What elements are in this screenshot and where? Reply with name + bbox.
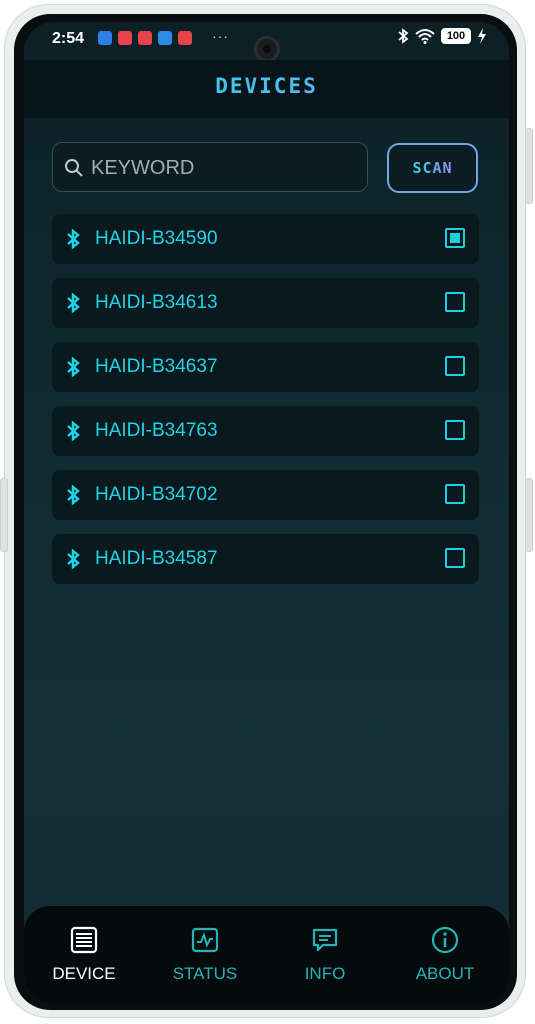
device-name: HAIDI-B34637 bbox=[95, 356, 218, 377]
device-name: HAIDI-B34590 bbox=[95, 228, 218, 249]
page-title: DEVICES bbox=[24, 74, 509, 98]
scan-button-label: SCAN bbox=[412, 159, 453, 177]
device-name: HAIDI-B34613 bbox=[95, 292, 218, 313]
device-row[interactable]: HAIDI-B34702 bbox=[52, 470, 479, 520]
bluetooth-icon bbox=[67, 229, 80, 249]
device-row[interactable]: HAIDI-B34763 bbox=[52, 406, 479, 456]
device-checkbox[interactable] bbox=[445, 548, 465, 568]
device-checkbox[interactable] bbox=[445, 292, 465, 312]
camera-hole bbox=[254, 36, 280, 62]
status-bar: 2:54 ··· 100 bbox=[24, 22, 509, 62]
notification-icons bbox=[98, 31, 192, 45]
charging-icon bbox=[478, 28, 486, 44]
device-row[interactable]: HAIDI-B34590 bbox=[52, 214, 479, 264]
device-name: HAIDI-B34587 bbox=[95, 548, 218, 569]
nav-info[interactable]: INFO bbox=[265, 906, 385, 1004]
device-row[interactable]: HAIDI-B34637 bbox=[52, 342, 479, 392]
device-row[interactable]: HAIDI-B34587 bbox=[52, 534, 479, 584]
nav-label: DEVICE bbox=[52, 964, 116, 983]
wifi-icon bbox=[415, 29, 435, 44]
device-checkbox[interactable] bbox=[445, 356, 465, 376]
device-name: HAIDI-B34702 bbox=[95, 484, 218, 505]
device-list: HAIDI-B34590 HAIDI-B34613 HAIDI-B34637 H… bbox=[52, 214, 479, 598]
system-icons: 100 bbox=[397, 28, 487, 44]
bluetooth-icon bbox=[67, 357, 80, 377]
device-name: HAIDI-B34763 bbox=[95, 420, 218, 441]
nav-label: INFO bbox=[304, 964, 346, 983]
device-checkbox[interactable] bbox=[445, 228, 465, 248]
nav-label: ABOUT bbox=[415, 964, 475, 983]
battery-icon: 100 bbox=[441, 28, 471, 44]
nav-status[interactable]: STATUS bbox=[145, 906, 265, 1004]
bottom-nav: DEVICE STATUS INFO ABOUT bbox=[24, 906, 509, 1004]
bluetooth-icon bbox=[67, 293, 80, 313]
side-button bbox=[0, 478, 8, 552]
device-row[interactable]: HAIDI-B34613 bbox=[52, 278, 479, 328]
nav-label: STATUS bbox=[172, 964, 238, 983]
bluetooth-icon bbox=[67, 485, 80, 505]
app-icon bbox=[178, 31, 192, 45]
bluetooth-icon bbox=[398, 28, 409, 44]
nav-device[interactable]: DEVICE bbox=[24, 906, 144, 1004]
volume-button bbox=[525, 128, 533, 204]
status-time: 2:54 bbox=[52, 30, 85, 47]
device-list-icon bbox=[70, 926, 98, 954]
nav-about[interactable]: ABOUT bbox=[385, 906, 505, 1004]
about-info-icon bbox=[431, 926, 459, 954]
device-checkbox[interactable] bbox=[445, 420, 465, 440]
bluetooth-icon bbox=[67, 549, 80, 569]
shield-app-icon bbox=[158, 31, 172, 45]
app-icon bbox=[118, 31, 132, 45]
more-notifications-icon: ··· bbox=[212, 28, 229, 44]
app-icon bbox=[138, 31, 152, 45]
search-box[interactable] bbox=[52, 142, 368, 192]
device-checkbox[interactable] bbox=[445, 484, 465, 504]
status-chart-icon bbox=[191, 927, 219, 953]
bluetooth-icon bbox=[67, 421, 80, 441]
power-button bbox=[525, 478, 533, 552]
scan-button[interactable]: SCAN bbox=[387, 143, 478, 193]
app-screen: 2:54 ··· 100 DEVICES KEYWORD SCAN HAIDI-… bbox=[24, 22, 509, 1004]
info-message-icon bbox=[312, 928, 338, 952]
mail-icon bbox=[98, 31, 112, 45]
search-icon bbox=[65, 159, 83, 177]
search-input[interactable] bbox=[89, 153, 363, 183]
